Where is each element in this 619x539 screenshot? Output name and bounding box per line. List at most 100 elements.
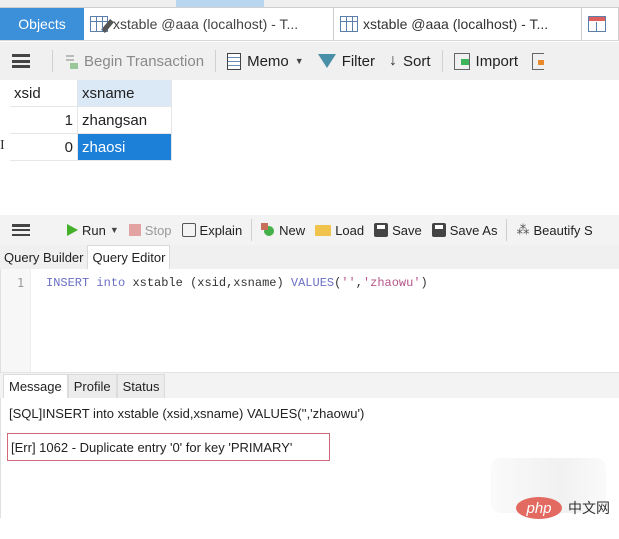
- stop-button[interactable]: Stop: [124, 223, 177, 238]
- run-button[interactable]: Run ▼: [62, 223, 124, 238]
- cell-xsname-selected[interactable]: zhaosi: [78, 134, 172, 161]
- export-icon: [532, 52, 545, 70]
- new-query-icon: [261, 223, 275, 237]
- line-gutter: [1, 269, 31, 372]
- import-button[interactable]: Import: [447, 52, 526, 70]
- chevron-down-icon[interactable]: ▼: [295, 56, 304, 66]
- memo-button[interactable]: Memo ▼: [220, 52, 311, 70]
- cell-xsid[interactable]: 1: [10, 107, 78, 134]
- table-row[interactable]: 0 zhaosi: [10, 134, 172, 161]
- sort-icon: ↓: [389, 52, 398, 69]
- tab-objects[interactable]: Objects: [0, 8, 84, 40]
- query-tabs: Query Builder Query Editor: [0, 245, 619, 269]
- explain-label: Explain: [199, 222, 243, 238]
- tab-bar: Objects xstable @aaa (localhost) - T... …: [0, 8, 619, 41]
- tab-table-data[interactable]: xstable @aaa (localhost) - T...: [334, 8, 582, 40]
- beautify-label: Beautify S: [533, 222, 593, 238]
- sql-keyword: VALUES: [290, 276, 335, 290]
- save-as-icon: [431, 223, 446, 237]
- import-icon: [453, 52, 470, 70]
- run-label: Run: [82, 222, 106, 238]
- message-tabs: Message Profile Status: [0, 372, 619, 398]
- new-label: New: [279, 222, 306, 238]
- memo-label: Memo: [247, 52, 289, 70]
- line-number: 1: [17, 276, 25, 290]
- column-header-xsname[interactable]: xsname: [78, 80, 172, 107]
- tab-status[interactable]: Status: [116, 374, 166, 398]
- memo-icon: [227, 52, 242, 70]
- begin-transaction-button[interactable]: Begin Transaction: [57, 53, 211, 70]
- tab-query-builder[interactable]: Query Builder: [0, 245, 87, 269]
- top-strip-highlight: [176, 0, 264, 7]
- grid-header-row: xsid xsname: [10, 80, 172, 107]
- save-label: Save: [392, 222, 422, 238]
- sort-label: Sort: [403, 52, 431, 70]
- toolbar-separator: [215, 50, 217, 72]
- watermark: php 中文网: [516, 497, 610, 519]
- filter-label: Filter: [341, 52, 376, 70]
- cell-xsid[interactable]: 0: [10, 134, 78, 161]
- new-query-button[interactable]: New: [256, 223, 310, 238]
- toolbar-separator: [251, 219, 253, 241]
- toolbar-separator: [441, 50, 443, 72]
- folder-icon: [315, 224, 332, 236]
- beautify-sql-button[interactable]: ⁂ Beautify S: [511, 222, 597, 238]
- chevron-down-icon[interactable]: ▼: [110, 225, 119, 235]
- cell-xsname[interactable]: zhangsan: [78, 107, 172, 134]
- php-logo-icon: php: [516, 497, 562, 519]
- play-icon: [67, 224, 78, 236]
- tab-profile[interactable]: Profile: [67, 374, 117, 398]
- load-button[interactable]: Load: [310, 223, 369, 238]
- sql-punctuation: ,: [355, 276, 363, 290]
- hamburger-menu-icon[interactable]: [12, 224, 30, 236]
- window-top-strip: [0, 0, 619, 8]
- hamburger-menu-icon[interactable]: [12, 54, 30, 68]
- save-as-label: Save As: [449, 222, 498, 238]
- tab-label: xstable @aaa (localhost) - T...: [363, 16, 549, 32]
- begin-transaction-label: Begin Transaction: [84, 52, 205, 70]
- sql-keyword: INSERT: [46, 276, 90, 290]
- filter-icon: [317, 54, 336, 68]
- text-cursor-icon: I: [0, 138, 5, 153]
- data-grid: xsid xsname 1 zhangsan 0 zhaosi: [10, 80, 172, 161]
- error-message-text: [Err] 1062 - Duplicate entry '0' for key…: [11, 439, 293, 455]
- table-row[interactable]: 1 zhangsan: [10, 107, 172, 134]
- table-icon: [340, 16, 358, 32]
- save-button[interactable]: Save: [369, 223, 427, 238]
- sql-identifier: (xsid,xsname): [190, 276, 284, 290]
- sql-code-line[interactable]: INSERT into xstable (xsid,xsname) VALUES…: [46, 276, 428, 290]
- toolbar-separator: [506, 219, 508, 241]
- stop-icon: [128, 224, 141, 236]
- sql-editor[interactable]: 1 INSERT into xstable (xsid,xsname) VALU…: [0, 269, 619, 372]
- sort-button[interactable]: ↓ Sort: [382, 52, 438, 70]
- query-table-icon: [588, 16, 606, 32]
- toolbar-separator: [52, 50, 53, 72]
- error-message-box: [Err] 1062 - Duplicate entry '0' for key…: [7, 433, 330, 461]
- magic-wand-icon: ⁂: [516, 222, 530, 237]
- filter-button[interactable]: Filter: [311, 53, 382, 70]
- watermark-text: 中文网: [568, 501, 610, 517]
- stop-label: Stop: [144, 222, 172, 238]
- sql-string: 'zhaowu': [362, 276, 421, 290]
- sql-identifier: xstable: [132, 276, 183, 290]
- save-as-button[interactable]: Save As: [427, 223, 503, 238]
- column-header-xsid[interactable]: xsid: [10, 80, 78, 107]
- query-toolbar: Run ▼ Stop Explain New Load Save Save As…: [0, 215, 619, 245]
- tab-query[interactable]: [582, 8, 619, 40]
- tab-table-design[interactable]: xstable @aaa (localhost) - T...: [84, 8, 334, 40]
- tab-query-editor[interactable]: Query Editor: [87, 245, 171, 269]
- tab-label: xstable @aaa (localhost) - T...: [113, 16, 299, 32]
- explain-icon: [181, 223, 196, 237]
- tab-message[interactable]: Message: [3, 374, 68, 398]
- sql-punctuation: ): [420, 276, 428, 290]
- transaction-icon: [64, 53, 78, 69]
- explain-button[interactable]: Explain: [177, 223, 248, 238]
- sql-string: '': [341, 276, 356, 290]
- load-label: Load: [335, 222, 365, 238]
- grid-toolbar: Begin Transaction Memo ▼ Filter ↓ Sort I…: [0, 42, 619, 80]
- table-design-icon: [90, 16, 114, 33]
- save-icon: [374, 223, 389, 237]
- export-button[interactable]: [525, 52, 551, 70]
- import-label: Import: [475, 52, 519, 70]
- sql-keyword: into: [96, 276, 126, 290]
